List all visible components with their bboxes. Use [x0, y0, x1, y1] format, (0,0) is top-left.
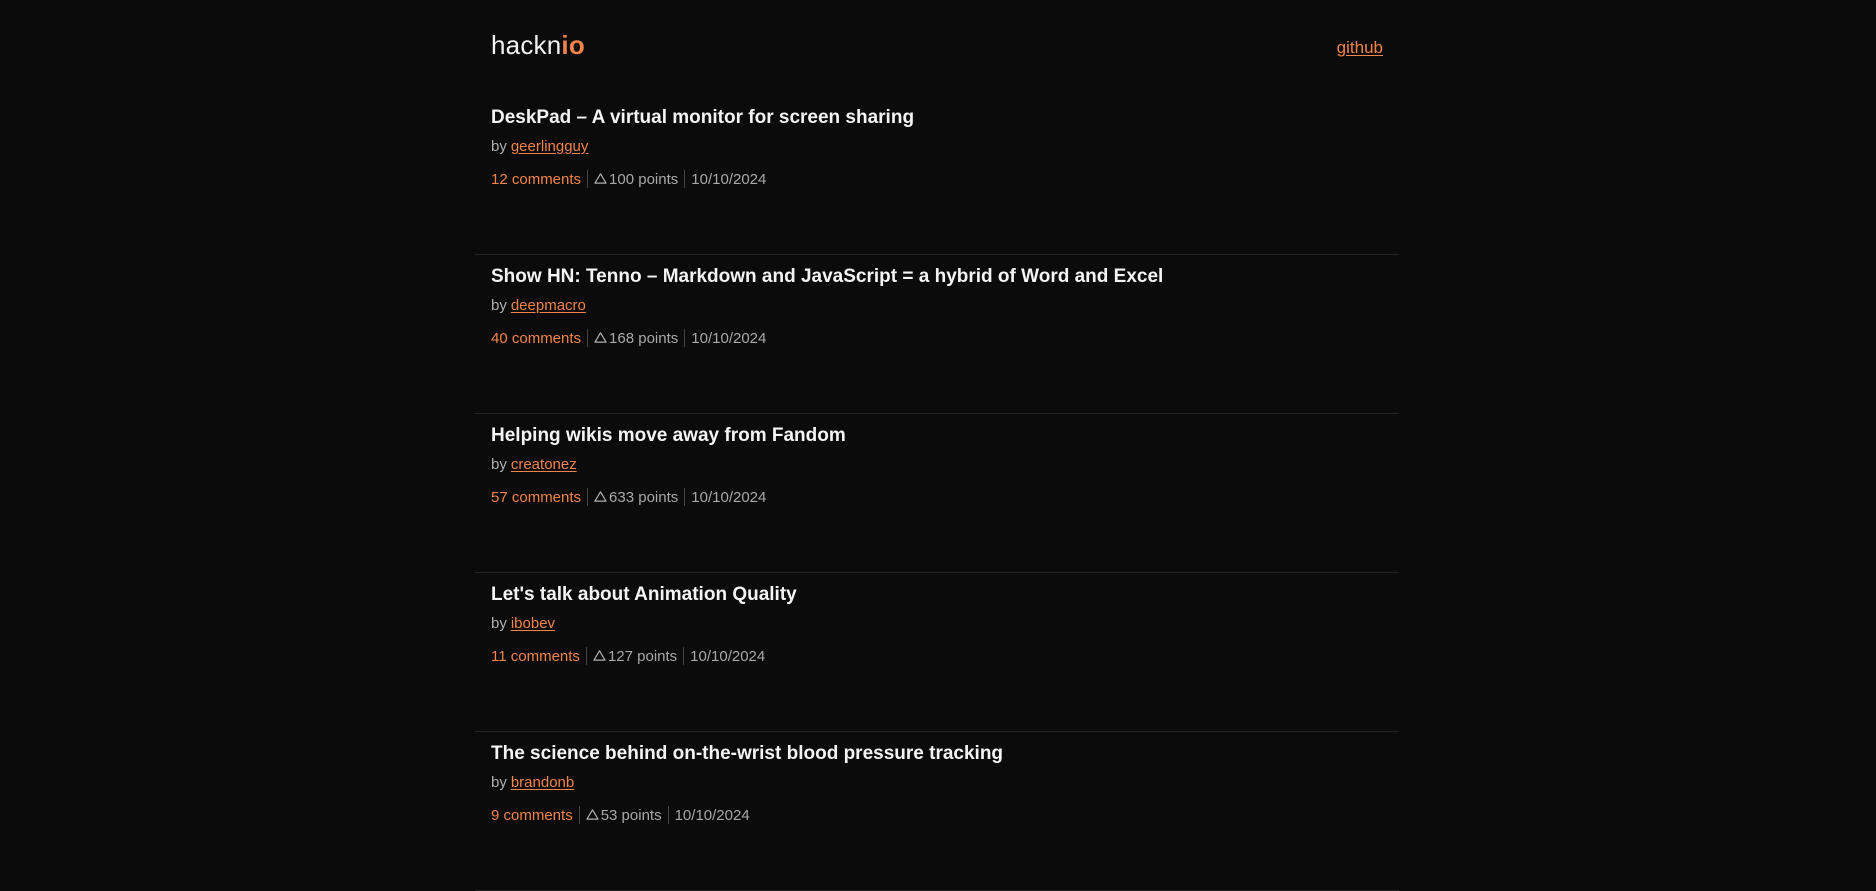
- story-meta: 57 comments 633 points 10/10/2024: [491, 488, 766, 506]
- points-label: 633 points: [609, 488, 679, 506]
- divider: [684, 329, 686, 347]
- author-link[interactable]: brandonb: [511, 774, 574, 791]
- story-meta: 9 comments 53 points 10/10/2024: [491, 806, 750, 824]
- story-title-link[interactable]: Helping wikis move away from Fandom: [491, 425, 846, 447]
- story-meta: 11 comments 127 points 10/10/2024: [491, 647, 765, 665]
- divider: [684, 488, 686, 506]
- comments-link[interactable]: 57 comments: [491, 489, 581, 506]
- story-date: 10/10/2024: [691, 488, 767, 506]
- points-label: 100 points: [609, 170, 679, 188]
- divider: [683, 647, 685, 665]
- divider: [587, 170, 589, 188]
- site-logo[interactable]: hacknio: [491, 30, 585, 61]
- points: 168 points: [594, 330, 678, 347]
- triangle-up-icon: [594, 172, 607, 184]
- story-byline: by deepmacro: [491, 297, 586, 314]
- comments-link[interactable]: 11 comments: [491, 648, 580, 665]
- story-title-link[interactable]: Show HN: Tenno – Markdown and JavaScript…: [491, 266, 1163, 288]
- by-label: by: [491, 615, 507, 632]
- triangle-up-icon: [594, 490, 607, 502]
- logo-text: hackn: [491, 30, 562, 60]
- author-link[interactable]: deepmacro: [511, 297, 586, 314]
- by-label: by: [491, 138, 507, 155]
- story-meta: 12 comments 100 points 10/10/2024: [491, 170, 766, 188]
- story-list: DeskPad – A virtual monitor for screen s…: [475, 96, 1399, 891]
- story-byline: by brandonb: [491, 774, 574, 791]
- github-link[interactable]: github: [1337, 38, 1383, 58]
- divider: [587, 488, 589, 506]
- story-date: 10/10/2024: [674, 806, 750, 824]
- divider: [587, 329, 589, 347]
- story-title-link[interactable]: DeskPad – A virtual monitor for screen s…: [491, 107, 914, 129]
- story-date: 10/10/2024: [690, 647, 766, 665]
- comments-link[interactable]: 40 comments: [491, 330, 581, 347]
- by-label: by: [491, 297, 507, 314]
- comments-link[interactable]: 9 comments: [491, 807, 573, 824]
- story-item: DeskPad – A virtual monitor for screen s…: [475, 96, 1399, 255]
- story-title-link[interactable]: Let's talk about Animation Quality: [491, 584, 797, 606]
- points-label: 127 points: [607, 647, 678, 665]
- divider: [684, 170, 686, 188]
- points-label: 168 points: [609, 329, 679, 347]
- story-date: 10/10/2024: [691, 329, 767, 347]
- divider: [578, 806, 580, 824]
- site-header: hacknio github: [475, 0, 1399, 96]
- points-label: 53 points: [600, 806, 662, 824]
- story-date: 10/10/2024: [691, 170, 767, 188]
- points: 100 points: [594, 171, 678, 188]
- by-label: by: [491, 456, 507, 473]
- points: 633 points: [594, 489, 678, 506]
- story-item: Show HN: Tenno – Markdown and JavaScript…: [475, 255, 1399, 414]
- story-item: The science behind on-the-wrist blood pr…: [475, 732, 1399, 891]
- author-link[interactable]: ibobev: [511, 615, 555, 632]
- story-byline: by creatonez: [491, 456, 577, 473]
- triangle-up-icon: [593, 649, 606, 661]
- story-meta: 40 comments 168 points 10/10/2024: [491, 329, 766, 347]
- author-link[interactable]: geerlingguy: [511, 138, 589, 155]
- triangle-up-icon: [586, 808, 599, 820]
- points: 127 points: [593, 648, 677, 665]
- points: 53 points: [586, 807, 662, 824]
- author-link[interactable]: creatonez: [511, 456, 577, 473]
- story-item: Let's talk about Animation Quality by ibo…: [475, 573, 1399, 732]
- divider: [667, 806, 669, 824]
- divider: [585, 647, 587, 665]
- triangle-up-icon: [594, 331, 607, 343]
- main-container: hacknio github DeskPad – A virtual monit…: [475, 0, 1399, 891]
- story-byline: by ibobev: [491, 615, 555, 632]
- logo-accent-text: io: [561, 30, 585, 60]
- story-title-link[interactable]: The science behind on-the-wrist blood pr…: [491, 743, 1003, 765]
- story-item: Helping wikis move away from Fandom by cr…: [475, 414, 1399, 573]
- by-label: by: [491, 774, 507, 791]
- story-byline: by geerlingguy: [491, 138, 588, 155]
- comments-link[interactable]: 12 comments: [491, 171, 581, 188]
